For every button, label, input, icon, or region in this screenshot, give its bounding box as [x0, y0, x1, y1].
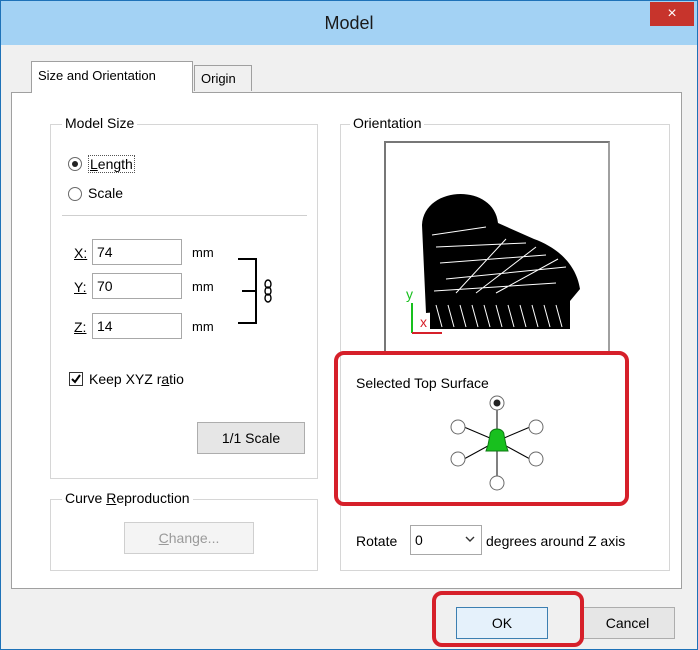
- chain-link-icon[interactable]: [263, 279, 273, 303]
- scale-radio[interactable]: [68, 187, 82, 201]
- divider: [62, 215, 307, 216]
- z-label: Z:: [74, 319, 87, 335]
- model-size-legend: Model Size: [62, 115, 138, 131]
- model-dialog: Model × Size and Orientation Origin Mode…: [0, 0, 698, 650]
- chevron-down-icon: [465, 536, 475, 542]
- close-icon: ×: [667, 5, 677, 22]
- one-to-one-scale-button[interactable]: 1/1 Scale: [197, 422, 305, 454]
- z-unit: mm: [192, 319, 214, 334]
- z-size-input[interactable]: 14: [92, 313, 182, 339]
- ok-button-highlight: [432, 591, 584, 647]
- curve-reproduction-legend: Curve Reproduction: [62, 490, 193, 506]
- y-size-input[interactable]: 70: [92, 273, 182, 299]
- ratio-bracket: [238, 258, 257, 324]
- tab-size-and-orientation[interactable]: Size and Orientation: [31, 61, 193, 93]
- rotate-suffix-label: degrees around Z axis: [486, 533, 626, 549]
- top-surface-highlight: [334, 351, 629, 506]
- y-axis-label: y: [406, 286, 413, 302]
- orientation-legend: Orientation: [350, 115, 425, 131]
- keep-ratio-checkbox[interactable]: [69, 372, 83, 386]
- x-label: X:: [74, 245, 88, 261]
- y-label: Y:: [74, 279, 87, 295]
- model-preview: y x: [384, 141, 610, 353]
- title-bar: Model ×: [1, 1, 697, 45]
- change-button[interactable]: Change...: [124, 522, 254, 554]
- checkmark-icon: [71, 374, 81, 384]
- rotate-value: 0: [415, 532, 423, 548]
- cancel-button[interactable]: Cancel: [580, 607, 675, 639]
- x-size-input[interactable]: 74: [92, 239, 182, 265]
- dialog-footer: OK Cancel: [1, 591, 697, 649]
- x-axis-label: x: [420, 314, 427, 330]
- close-button[interactable]: ×: [650, 2, 694, 26]
- tab-panel: Model Size Length Scale X: 74 mm Y: 70 m…: [11, 92, 682, 589]
- scale-label[interactable]: Scale: [88, 185, 123, 201]
- y-unit: mm: [192, 279, 214, 294]
- rotate-label: Rotate: [356, 533, 398, 549]
- model-wireframe-image: y x: [406, 193, 580, 334]
- keep-ratio-label[interactable]: Keep XYZ ratio: [89, 371, 184, 387]
- x-unit: mm: [192, 245, 214, 260]
- rotate-select[interactable]: 0: [410, 525, 482, 555]
- length-radio[interactable]: [68, 157, 82, 171]
- length-label[interactable]: Length: [88, 155, 135, 173]
- window-title: Model: [324, 13, 374, 33]
- tab-origin[interactable]: Origin: [194, 65, 252, 91]
